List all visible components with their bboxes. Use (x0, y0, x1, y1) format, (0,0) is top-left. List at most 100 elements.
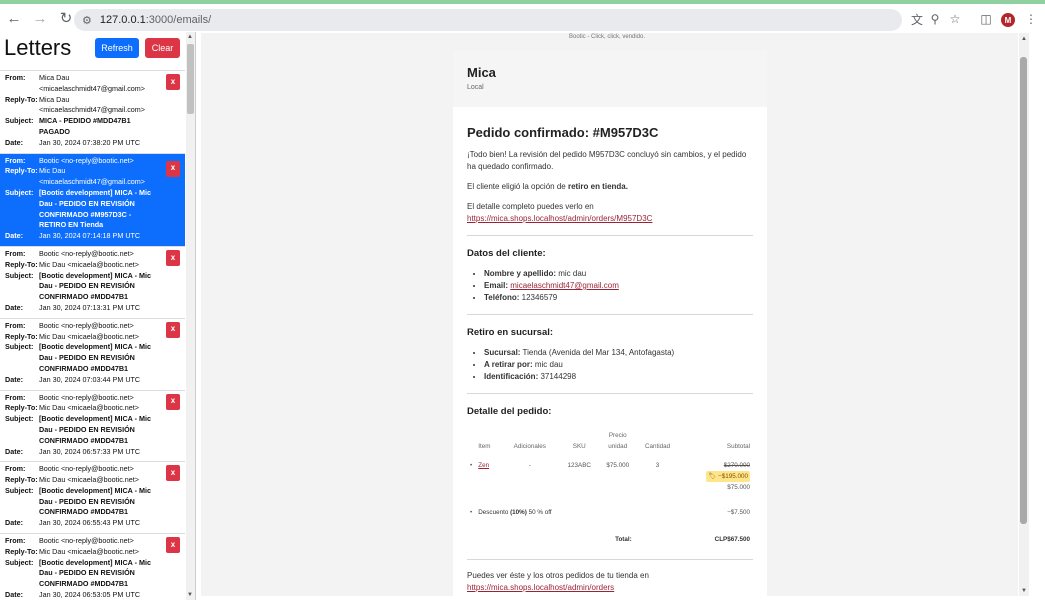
divider (467, 314, 753, 315)
letters-panel: Letters Refresh Clear From: Mica Dau <mic… (0, 32, 196, 600)
field-label: Email: (484, 281, 509, 290)
list-item[interactable]: From: Bootic <no-reply@bootic.net> Reply-T… (0, 462, 185, 535)
email-reply-to-row: Reply-To: Mic Dau <micaelaschmidt47@gmail… (5, 166, 181, 188)
delete-button[interactable]: x (166, 74, 180, 90)
email-list: From: Mica Dau <micaelaschmidt47@gmail.co… (0, 70, 185, 600)
discount-value: −$7.500 (727, 509, 750, 516)
more-menu-icon[interactable]: ⋮ (1020, 8, 1042, 30)
list-item[interactable]: From: Bootic <no-reply@bootic.net> Reply-T… (0, 247, 185, 319)
email-list-scroll-thumb[interactable] (187, 44, 194, 114)
field-label: Subject: (5, 414, 34, 424)
site-info-icon[interactable]: ⚙ (82, 14, 92, 27)
field-label: From: (5, 73, 26, 82)
list-item: Sucursal: Tienda (Avenida del Mar 134, A… (484, 347, 753, 359)
email-reply-to-row: Reply-To: Mic Dau <micaela@bootic.net> (5, 260, 181, 271)
field-label: Teléfono: (484, 293, 520, 302)
delete-button[interactable]: x (166, 160, 180, 177)
email-subject-row: Subject: [Bootic development] MICA - Mic … (5, 486, 181, 518)
field-value: 37144298 (538, 372, 577, 381)
profile-avatar[interactable]: M (1001, 13, 1015, 27)
email-reply-to-row: Reply-To: Mic Dau <micaela@bootic.net> (5, 547, 181, 558)
clear-button[interactable]: Clear (145, 38, 180, 58)
list-item[interactable]: From: Mica Dau <micaelaschmidt47@gmail.co… (0, 71, 185, 154)
total-row: Total: CLP$67.500 (467, 522, 753, 549)
list-item[interactable]: From: Bootic <no-reply@bootic.net> Reply-T… (0, 319, 185, 391)
email-from: Bootic <no-reply@bootic.net> (39, 464, 134, 474)
field-label: Reply-To: (5, 94, 38, 104)
total-label: Total: (615, 536, 632, 543)
email-body: Pedido confirmado: #M957D3C ¡Todo bien! … (453, 107, 767, 596)
field-label: From: (5, 392, 26, 402)
list-item[interactable]: From: Bootic <no-reply@bootic.net> Reply-T… (0, 391, 185, 463)
email-from-row: From: Bootic <no-reply@bootic.net> (5, 464, 181, 475)
footer-text: Puedes ver éste y los otros pedidos de t… (467, 571, 649, 580)
email-date: Jan 30, 2024 07:13:31 PM UTC (39, 302, 141, 312)
zoom-icon[interactable]: ⚲ (924, 8, 946, 30)
email-date: Jan 30, 2024 06:57:33 PM UTC (39, 446, 141, 456)
email-link[interactable]: micaelaschmidt47@gmail.com (510, 281, 619, 290)
table-row: • Zen - 123ABC $75.000 3 $270.000 🏷 −$19… (467, 456, 753, 497)
divider (467, 393, 753, 394)
field-label: Date: (5, 231, 23, 241)
discount-label: Descuento (10%) 50 % off (478, 509, 552, 516)
preview-scroll-thumb[interactable] (1020, 57, 1027, 524)
email-reply-to-row: Reply-To: Mica Dau <micaelaschmidt47@gmai… (5, 95, 181, 117)
field-label: Subject: (5, 116, 34, 126)
side-panel-icon[interactable]: ◫ (975, 8, 997, 30)
bookmark-star-icon[interactable]: ☆ (944, 8, 966, 30)
field-value: mic dau (532, 360, 563, 369)
address-bar[interactable]: ⚙ 127.0.0.1:3000/emails/ (74, 9, 902, 31)
email-subject: [Bootic development] MICA - Mic Dau - PE… (39, 187, 151, 230)
field-label: Date: (5, 590, 23, 600)
detail-paragraph: El detalle completo puedes verlo en https… (467, 201, 753, 225)
field-label: From: (5, 155, 26, 165)
field-label: Date: (5, 518, 23, 528)
email-reply-to: Mic Dau <micaela@bootic.net> (39, 546, 139, 556)
col-item: Item (478, 443, 491, 450)
back-icon[interactable]: ← (2, 6, 26, 30)
client-list: Nombre y apellido: mic dauEmail: micaela… (467, 268, 753, 304)
product-link[interactable]: Zen (478, 462, 489, 469)
list-item[interactable]: From: Bootic <no-reply@bootic.net> Reply-T… (0, 534, 185, 600)
subtotal-original: $270.000 (723, 462, 750, 469)
email-reply-to: Mic Dau <micaela@bootic.net> (39, 331, 139, 341)
email-date-row: Date: Jan 30, 2024 06:55:43 PM UTC (5, 518, 181, 529)
email-reply-to: Mica Dau <micaelaschmidt47@gmail.com> (39, 94, 145, 115)
url-host: 127.0.0.1 (99, 14, 146, 26)
delete-button[interactable]: x (166, 321, 180, 338)
list-item: Email: micaelaschmidt47@gmail.com (484, 280, 753, 292)
field-value: Tienda (Avenida del Mar 134, Antofagasta… (520, 348, 675, 357)
email-subject-row: Subject: [Bootic development] MICA - Mic … (5, 558, 181, 590)
refresh-button[interactable]: Refresh (95, 38, 139, 58)
order-detail-link[interactable]: https://mica.shops.localhost/admin/order… (467, 214, 652, 223)
field-label: From: (5, 464, 26, 474)
email-reply-to: Mic Dau <micaela@bootic.net> (39, 259, 139, 269)
list-item[interactable]: From: Bootic <no-reply@bootic.net> Reply-T… (0, 153, 185, 247)
delete-button[interactable]: x (166, 393, 180, 410)
orders-link[interactable]: https://mica.shops.localhost/admin/order… (467, 583, 614, 592)
delete-button[interactable]: x (166, 465, 180, 482)
delete-button[interactable]: x (166, 537, 180, 554)
forward-icon[interactable]: → (28, 6, 52, 30)
detail-text: El detalle completo puedes verlo en (467, 202, 594, 211)
list-item: A retirar por: mic dau (484, 359, 753, 371)
field-value: mic dau (556, 269, 587, 278)
delete-button[interactable]: x (166, 249, 180, 266)
field-label: Subject: (5, 270, 34, 280)
field-value: 12346579 (519, 293, 558, 302)
store-name: Mica (467, 65, 496, 80)
preview-scrollbar[interactable]: ▲ ▼ (1019, 33, 1029, 596)
col-adicionales: Adicionales (513, 443, 546, 450)
email-card: Mica Local Pedido confirmado: #M957D3C ¡… (453, 51, 767, 596)
pickup-strong: retiro en tienda. (567, 182, 628, 191)
email-subject-row: Subject: [Bootic development] MICA - Mic … (5, 342, 181, 374)
field-label: Sucursal: (484, 348, 521, 357)
email-reply-to: Mic Dau <micaela@bootic.net> (39, 403, 139, 413)
field-label: Reply-To: (5, 166, 38, 176)
email-subject: [Bootic development] MICA - Mic Dau - PE… (39, 414, 151, 445)
email-list-scrollbar[interactable]: ▲ ▼ (186, 32, 195, 600)
pickup-section-title: Retiro en sucursal: (467, 327, 554, 338)
email-from: Bootic <no-reply@bootic.net> (39, 392, 134, 402)
order-section-title: Detalle del pedido: (467, 406, 552, 417)
field-label: Reply-To: (5, 403, 38, 413)
